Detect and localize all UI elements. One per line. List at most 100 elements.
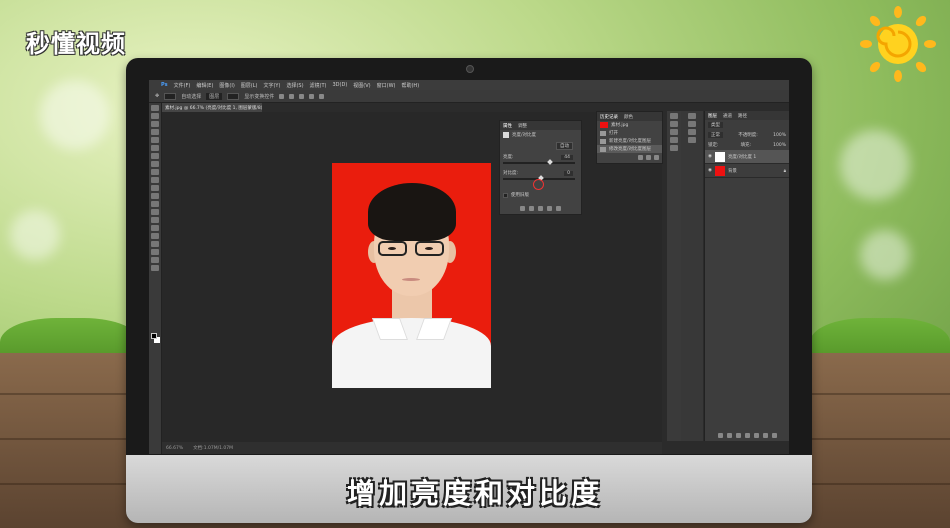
more-tools-icon[interactable] (151, 265, 159, 271)
text-tool-icon[interactable] (151, 225, 159, 231)
reset-icon[interactable] (538, 206, 543, 211)
photo-shirt (332, 318, 491, 388)
color-panel-icon[interactable] (688, 113, 696, 119)
menu-window[interactable]: 窗口(W) (377, 82, 396, 89)
snapshot-icon[interactable] (646, 154, 651, 160)
eyedropper-tool-icon[interactable] (151, 145, 159, 151)
opacity-label: 不透明度: (738, 133, 758, 138)
menu-file[interactable]: 文件(F) (174, 82, 191, 89)
history-snapshot[interactable]: 素材.jpg (597, 121, 662, 129)
menu-edit[interactable]: 编辑(E) (196, 82, 213, 89)
properties-header: 亮度/对比度 (512, 133, 537, 138)
distribute-icon[interactable] (309, 93, 315, 99)
layer-select[interactable]: 图层 (206, 92, 223, 100)
view-previous-icon[interactable] (529, 206, 534, 211)
blend-mode-select[interactable]: 正常 (708, 132, 723, 138)
new-group-icon[interactable] (753, 433, 759, 438)
eraser-tool-icon[interactable] (151, 185, 159, 191)
history-brush-icon[interactable] (151, 177, 159, 183)
styles-panel-icon[interactable] (688, 137, 696, 143)
menu-3d[interactable]: 3D(D) (333, 82, 348, 88)
menu-view[interactable]: 视图(V) (353, 82, 370, 89)
path-select-tool-icon[interactable] (151, 233, 159, 239)
link-layers-icon[interactable] (717, 433, 723, 438)
zoom-readout[interactable]: 66.67% (166, 446, 183, 451)
auto-select-checkbox[interactable] (164, 92, 177, 100)
brightness-value[interactable]: 44 (561, 154, 573, 160)
contrast-value[interactable]: 0 (564, 170, 573, 176)
brightness-slider[interactable] (503, 159, 575, 165)
tab-channels[interactable]: 通道 (723, 113, 732, 119)
fill-value[interactable]: 100% (773, 143, 786, 148)
history-item[interactable]: 新建亮度/对比度图层 (597, 137, 662, 145)
move-tool-icon[interactable] (151, 105, 159, 111)
align-icon[interactable] (299, 93, 305, 99)
menu-select[interactable]: 选择(S) (286, 82, 303, 89)
history-item-label: 修改亮度/对比度图层 (609, 147, 652, 152)
healing-tool-icon[interactable] (151, 153, 159, 159)
align-icon[interactable] (289, 93, 295, 99)
tab-properties[interactable]: 属性 (503, 123, 512, 129)
trash-icon[interactable] (654, 154, 659, 160)
zoom-tool-icon[interactable] (151, 257, 159, 263)
menu-image[interactable]: 图像(I) (219, 82, 234, 89)
tab-color[interactable]: 颜色 (624, 114, 633, 120)
properties-panel-icon[interactable] (670, 121, 678, 127)
new-layer-icon[interactable] (762, 433, 768, 438)
pen-tool-icon[interactable] (151, 217, 159, 223)
document-tab[interactable]: 素材.jpg @ 66.7% (亮度/对比度 1, 图层蒙版/8) * (162, 103, 262, 112)
photo-glasses (378, 241, 445, 257)
blur-tool-icon[interactable] (151, 201, 159, 207)
menu-type[interactable]: 文字(Y) (263, 82, 280, 89)
visibility-icon[interactable] (547, 206, 552, 211)
menu-filter[interactable]: 滤镜(T) (310, 82, 327, 89)
quick-select-tool-icon[interactable] (151, 129, 159, 135)
clip-to-layer-icon[interactable] (520, 206, 525, 211)
hand-tool-icon[interactable] (151, 249, 159, 255)
lasso-tool-icon[interactable] (151, 121, 159, 127)
tab-history[interactable]: 历史记录 (600, 114, 618, 120)
dodge-tool-icon[interactable] (151, 209, 159, 215)
new-adjustment-icon[interactable] (744, 433, 750, 438)
tab-adjustments[interactable]: 调整 (518, 123, 527, 129)
auto-select-label: 自动选择 (181, 93, 202, 100)
marquee-tool-icon[interactable] (151, 113, 159, 119)
layer-row-background[interactable]: ◉ 背景 🔒︎ (705, 164, 789, 178)
brush-tool-icon[interactable] (151, 161, 159, 167)
brightness-slider-handle[interactable] (546, 159, 553, 165)
tab-layers[interactable]: 图层 (708, 113, 717, 119)
stamp-tool-icon[interactable] (151, 169, 159, 175)
history-panel-icon[interactable] (670, 113, 678, 119)
layer-row-brightness[interactable]: ◉ 亮度/对比度 1 (705, 150, 789, 164)
align-icon[interactable] (279, 93, 285, 99)
legacy-checkbox[interactable] (503, 192, 508, 198)
menu-help[interactable]: 帮助(H) (401, 82, 419, 89)
layer-style-icon[interactable] (726, 433, 732, 438)
trash-icon[interactable] (771, 433, 777, 438)
swatches-panel-icon[interactable] (688, 121, 696, 127)
brush-panel-icon[interactable] (670, 129, 678, 135)
auto-button[interactable]: 自动 (556, 142, 573, 150)
adjustments-panel-icon[interactable] (688, 129, 696, 135)
tab-paths[interactable]: 路径 (738, 113, 747, 119)
visibility-eye-icon[interactable]: ◉ (708, 154, 712, 159)
menu-layer[interactable]: 图层(L) (241, 82, 258, 89)
crop-tool-icon[interactable] (151, 137, 159, 143)
distribute-icon[interactable] (319, 93, 325, 99)
move-tool-icon[interactable]: ✥ (155, 93, 159, 99)
layer-kind-filter[interactable]: 类型 (708, 122, 723, 128)
history-item[interactable]: 打开 (597, 129, 662, 137)
history-item-selected[interactable]: 修改亮度/对比度图层 (597, 145, 662, 153)
add-mask-icon[interactable] (735, 433, 741, 438)
opacity-value[interactable]: 100% (773, 133, 786, 138)
new-document-icon[interactable] (638, 154, 643, 160)
foreground-color-swatch[interactable] (151, 333, 157, 339)
gradient-tool-icon[interactable] (151, 193, 159, 199)
paragraph-panel-icon[interactable] (670, 145, 678, 151)
shape-tool-icon[interactable] (151, 241, 159, 247)
snapshot-label: 素材.jpg (611, 123, 629, 128)
visibility-eye-icon[interactable]: ◉ (708, 168, 712, 173)
trash-icon[interactable] (556, 206, 561, 211)
transform-checkbox[interactable] (227, 92, 240, 100)
character-panel-icon[interactable] (670, 137, 678, 143)
